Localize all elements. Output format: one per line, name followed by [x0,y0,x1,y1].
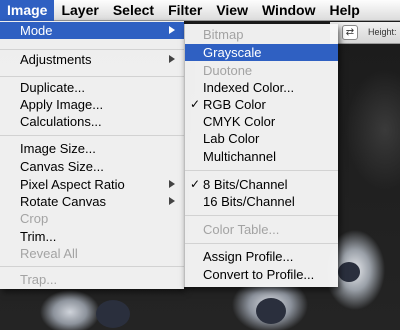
swap-arrows-icon[interactable]: ⇄ [342,25,358,40]
menu-view[interactable]: View [209,0,255,21]
mode-item-duotone: Duotone [185,62,338,79]
submenu-arrow-icon [169,180,175,188]
mode-item-16-bits[interactable]: 16 Bits/Channel [185,193,338,210]
menu-separator [185,170,338,171]
menu-item-label: Canvas Size... [20,159,104,174]
menu-item-label: 16 Bits/Channel [203,194,295,209]
menu-item-calculations[interactable]: Calculations... [0,113,184,130]
menu-filter[interactable]: Filter [161,0,209,21]
menu-item-mode[interactable]: Mode [0,22,184,39]
menu-window[interactable]: Window [255,0,323,21]
menu-separator [0,135,184,136]
menu-item-label: Duplicate... [20,80,86,95]
mode-item-color-table: Color Table... [185,221,338,238]
menu-item-label: Trim... [20,229,57,244]
menu-separator [0,266,184,267]
mode-item-cmyk-color[interactable]: CMYK Color [185,113,338,130]
menu-item-label: Reveal All [20,246,78,261]
options-bar: ⇄ Height: [330,22,400,44]
menu-item-trim[interactable]: Trim... [0,228,184,245]
submenu-arrow-icon [169,55,175,63]
menu-layer[interactable]: Layer [54,0,105,21]
menu-item-canvas-size[interactable]: Canvas Size... [0,158,184,175]
menu-item-apply-image[interactable]: Apply Image... [0,96,184,113]
menu-item-label: Lab Color [203,131,260,146]
mode-item-grayscale[interactable]: Grayscale [185,44,338,61]
menu-item-duplicate[interactable]: Duplicate... [0,79,184,96]
menu-item-label: Calculations... [20,114,102,129]
robot-figure-left [96,300,130,328]
menu-separator [185,215,338,216]
menu-item-label: Apply Image... [20,97,104,112]
height-label: Height: [368,27,397,37]
menu-bar: Image Layer Select Filter View Window He… [0,0,400,21]
menu-item-label: Color Table... [203,222,280,237]
mode-item-convert-to-profile[interactable]: Convert to Profile... [185,266,338,283]
menu-item-label: Multichannel [203,149,276,164]
menu-item-label: Rotate Canvas [20,194,106,209]
menu-separator [0,76,184,77]
checkmark-icon: ✓ [190,97,201,111]
menu-item-label: 8 Bits/Channel [203,177,288,192]
menu-item-label: Grayscale [203,45,262,60]
checkmark-icon: ✓ [190,177,201,191]
menu-item-trap: Trap... [0,271,184,288]
menu-select[interactable]: Select [106,0,161,21]
mode-item-rgb-color[interactable]: ✓ RGB Color [185,96,338,113]
menu-separator [185,243,338,244]
menu-item-label: Duotone [203,63,253,78]
menu-item-label: Convert to Profile... [203,267,315,282]
menu-item-label: Pixel Aspect Ratio [20,177,125,192]
menu-item-label: Trap... [20,272,58,287]
mode-item-indexed-color[interactable]: Indexed Color... [185,79,338,96]
mode-item-lab-color[interactable]: Lab Color [185,130,338,147]
robot-figure-right [338,262,360,282]
menu-item-reveal-all: Reveal All [0,245,184,262]
menu-item-label: CMYK Color [203,114,276,129]
mode-submenu: Bitmap Grayscale Duotone Indexed Color..… [184,24,338,287]
robot-figure-center [256,298,286,324]
menu-separator [0,49,184,50]
menu-image[interactable]: Image [0,0,55,21]
menu-item-adjustments[interactable]: Adjustments [0,51,184,68]
menu-item-image-size[interactable]: Image Size... [0,140,184,157]
menu-item-label: Crop [20,211,49,226]
menu-item-crop: Crop [0,210,184,227]
mode-item-8-bits[interactable]: ✓ 8 Bits/Channel [185,176,338,193]
menu-item-label: Image Size... [20,141,96,156]
mode-item-assign-profile[interactable]: Assign Profile... [185,248,338,265]
menu-item-label: Indexed Color... [203,80,295,95]
menu-help[interactable]: Help [323,0,367,21]
menu-item-rotate-canvas[interactable]: Rotate Canvas [0,193,184,210]
mode-item-bitmap: Bitmap [185,26,338,43]
menu-item-label: Bitmap [203,27,244,42]
mode-item-multichannel[interactable]: Multichannel [185,148,338,165]
menu-item-label: Adjustments [20,52,92,67]
menu-item-label: RGB Color [203,97,266,112]
submenu-arrow-icon [169,197,175,205]
submenu-arrow-icon [169,26,175,34]
image-menu-dropdown: Mode Adjustments Duplicate... Apply Imag… [0,21,184,289]
menu-item-pixel-aspect-ratio[interactable]: Pixel Aspect Ratio [0,176,184,193]
menu-item-label: Mode [20,23,53,38]
menu-item-label: Assign Profile... [203,249,294,264]
